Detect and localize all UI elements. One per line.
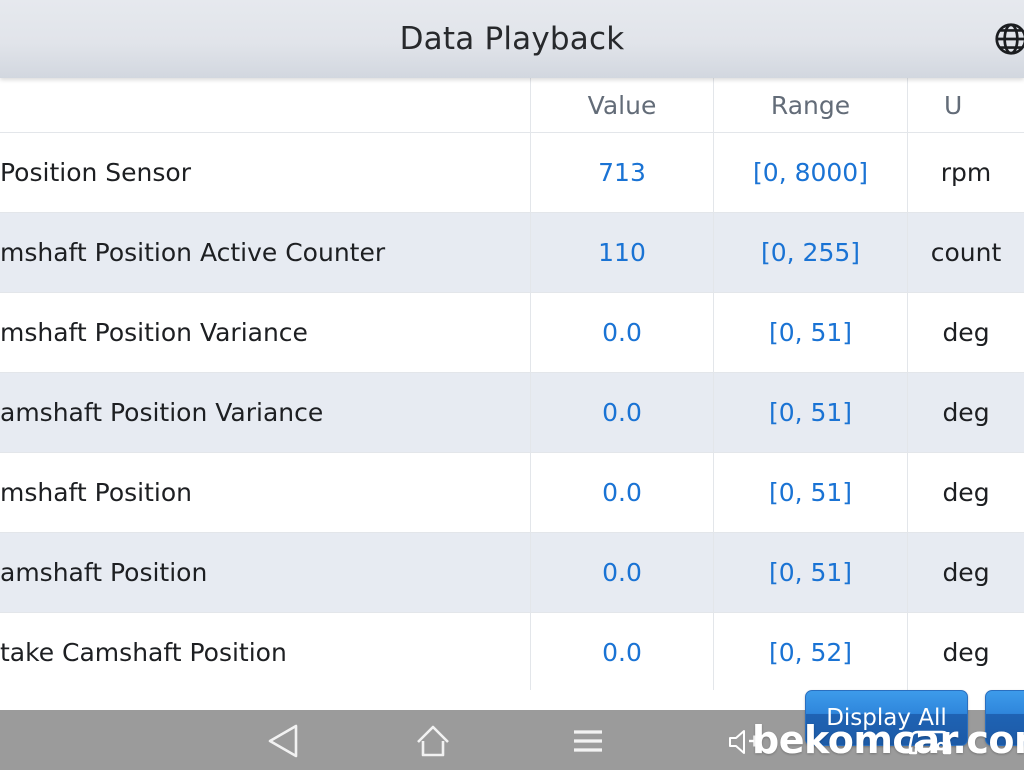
cell-unit: count [907,213,1024,292]
cell-value: 0.0 [530,293,713,372]
cell-value: 0.0 [530,613,713,690]
table-row[interactable]: mshaft Position Variance 0.0 [0, 51] deg [0,293,1024,373]
cell-range: [0, 8000] [713,133,907,212]
cell-name: Position Sensor [0,158,191,187]
table-row[interactable]: take Camshaft Position 0.0 [0, 52] deg [0,613,1024,690]
page-title: Data Playback [399,21,625,57]
cell-unit: deg [907,373,1024,452]
cell-unit: rpm [907,133,1024,212]
cell-range: [0, 51] [713,373,907,452]
data-table[interactable]: Value Range U Position Sensor 713 [0, 80… [0,78,1024,690]
cell-name: mshaft Position Active Counter [0,238,386,267]
globe-icon[interactable] [992,20,1024,58]
home-icon[interactable] [411,722,455,764]
cell-range: [0, 51] [713,533,907,612]
car-icon [904,722,956,769]
table-row[interactable]: amshaft Position 0.0 [0, 51] deg [0,533,1024,613]
cell-name: mshaft Position Variance [0,318,308,347]
table-row[interactable]: mshaft Position 0.0 [0, 51] deg [0,453,1024,533]
table-row[interactable]: Position Sensor 713 [0, 8000] rpm [0,133,1024,213]
cell-name: mshaft Position [0,478,192,507]
watermark: bekomcar.com [752,710,1024,770]
cell-unit: deg [907,293,1024,372]
back-triangle-icon[interactable] [262,722,306,764]
column-header-unit[interactable]: U [907,78,1024,132]
watermark-text: bekomcar.com [752,718,1024,762]
cell-value: 0.0 [530,453,713,532]
cell-range: [0, 255] [713,213,907,292]
cell-unit: deg [907,613,1024,690]
column-header-name [0,78,530,132]
hamburger-menu-icon[interactable] [566,722,610,764]
cell-value: 0.0 [530,373,713,452]
cell-value: 713 [530,133,713,212]
cell-range: [0, 52] [713,613,907,690]
cell-value: 110 [530,213,713,292]
table-row[interactable]: mshaft Position Active Counter 110 [0, 2… [0,213,1024,293]
cell-value: 0.0 [530,533,713,612]
cell-name: amshaft Position [0,558,208,587]
table-row[interactable]: amshaft Position Variance 0.0 [0, 51] de… [0,373,1024,453]
cell-range: [0, 51] [713,293,907,372]
cell-unit: deg [907,533,1024,612]
column-header-value[interactable]: Value [530,78,713,132]
data-playback-screen: Data Playback Value Range U Position Sen… [0,0,1024,770]
cell-unit: deg [907,453,1024,532]
cell-name: amshaft Position Variance [0,398,324,427]
title-bar: Data Playback [0,0,1024,78]
cell-range: [0, 51] [713,453,907,532]
cell-name: take Camshaft Position [0,638,287,667]
table-header-row: Value Range U [0,78,1024,133]
column-header-range[interactable]: Range [713,78,907,132]
